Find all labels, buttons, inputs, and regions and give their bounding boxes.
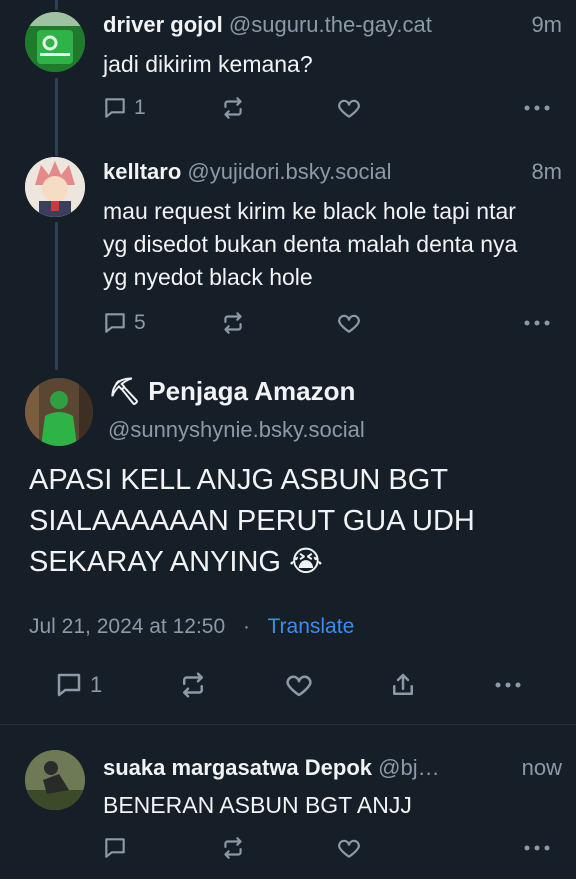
reply-button[interactable] [102,833,128,863]
more-icon [524,845,550,851]
reply-button[interactable]: 1 [102,93,146,123]
repost-button[interactable] [220,308,246,338]
reply-icon [105,838,125,858]
timestamp: 8m [531,159,562,184]
reply-icon [105,313,125,333]
divider [0,724,576,725]
like-button[interactable] [336,833,362,863]
author-handle[interactable]: @sunnyshynie.bsky.social [108,417,365,443]
reply-icon [105,98,125,118]
author-name: Penjaga Amazon [148,376,356,406]
author-name[interactable]: driver gojol [103,12,223,37]
author-name-row[interactable]: ⛏ Penjaga Amazon [108,376,355,407]
post-header: kelltaro @yujidori.bsky.social 8m [103,157,562,187]
translate-link[interactable]: Translate [267,615,354,638]
reply-count: 5 [134,311,146,334]
post-text: APASI KELL ANJG ASBUN BGT SIALAAAAAAN PE… [29,460,536,583]
repost-icon [224,97,242,119]
share-button[interactable] [388,670,418,700]
post-meta: Jul 21, 2024 at 12:50 · Translate [29,615,354,639]
reply-count: 1 [134,96,146,119]
post-text: BENERAN ASBUN BGT ANJJ [103,792,412,818]
reply-count: 1 [90,672,103,697]
repost-button[interactable] [220,93,246,123]
loudly-crying-emoji: 😭 [289,546,323,578]
more-button[interactable] [494,670,522,700]
like-button[interactable] [284,670,314,700]
author-handle[interactable]: @yujidori.bsky.social [187,159,391,184]
repost-button[interactable] [220,833,246,863]
repost-icon [224,837,242,859]
heart-icon [286,675,312,697]
more-button[interactable] [523,93,551,123]
focused-post: ⛏ Penjaga Amazon @sunnyshynie.bsky.socia… [0,372,576,722]
author-handle[interactable]: @suguru.the-gay.cat [229,12,432,37]
post-date: Jul 21, 2024 at 12:50 [29,615,226,638]
post-header: suaka margasatwa Depok @bj… now [103,753,562,783]
author-name[interactable]: suaka margasatwa Depok [103,755,372,780]
more-icon [524,105,550,111]
repost-button[interactable] [178,670,208,700]
post-text: mau request kirim ke black hole tapi nta… [103,198,518,290]
repost-icon [224,312,242,334]
heart-icon [338,314,360,333]
author-handle[interactable]: @bj… [378,755,439,780]
author-name[interactable]: kelltaro [103,159,181,184]
meta-separator: · [243,615,251,638]
more-icon [495,682,521,688]
like-button[interactable] [336,308,362,338]
timestamp: now [521,755,562,780]
reply-icon [57,673,81,697]
post-text: jadi dikirim kemana? [103,51,313,77]
reply-button[interactable]: 1 [54,670,102,700]
more-button[interactable] [523,833,551,863]
heart-icon [338,839,360,858]
more-icon [524,320,550,326]
share-icon [393,673,413,695]
thread-line [55,0,58,10]
timestamp: 9m [531,12,562,37]
more-button[interactable] [523,308,551,338]
post-text-body: APASI KELL ANJG ASBUN BGT SIALAAAAAAN PE… [29,464,475,578]
like-button[interactable] [336,93,362,123]
heart-icon [338,99,360,118]
repost-icon [183,672,203,698]
post-header: driver gojol @suguru.the-gay.cat 9m [103,10,562,40]
pickaxe-icon: ⛏ [108,376,142,406]
reply-button[interactable]: 5 [102,308,146,338]
